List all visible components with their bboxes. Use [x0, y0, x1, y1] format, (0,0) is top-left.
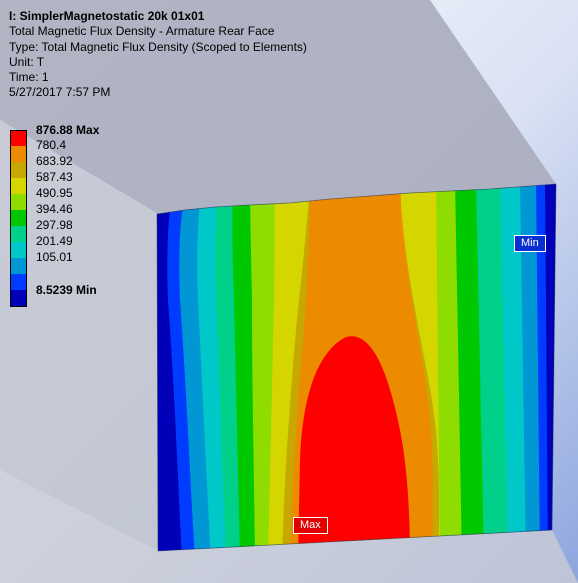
legend-color-band	[10, 162, 27, 178]
legend-level-label: 394.46	[36, 202, 73, 216]
legend-min-label: 8.5239 Min	[36, 283, 97, 297]
legend-color-band	[10, 226, 27, 242]
min-probe-tag[interactable]: Min	[514, 235, 546, 252]
legend-level-label: 105.01	[36, 250, 73, 264]
result-description: Total Magnetic Flux Density - Armature R…	[9, 24, 275, 39]
legend-max-label: 876.88 Max	[36, 123, 100, 137]
result-timestamp: 5/27/2017 7:57 PM	[9, 85, 111, 100]
result-time: Time: 1	[9, 70, 49, 85]
legend-color-band	[10, 178, 27, 194]
legend-level-label: 297.98	[36, 218, 73, 232]
armature-rear-face-contour	[157, 184, 556, 551]
legend-color-band	[10, 130, 27, 147]
result-info-header: I: SimplerMagnetostatic 20k 01x01 Total …	[9, 9, 307, 101]
legend-color-band	[10, 242, 27, 258]
legend-level-label: 780.4	[36, 138, 67, 152]
result-title: I: SimplerMagnetostatic 20k 01x01	[9, 9, 205, 23]
legend-color-band	[10, 258, 27, 274]
legend-color-band	[10, 274, 27, 290]
legend-level-label: 683.92	[36, 154, 73, 168]
legend-level-label: 587.43	[36, 170, 73, 184]
legend-level-label: 201.49	[36, 234, 73, 248]
legend-color-band	[10, 146, 27, 162]
legend-color-band	[10, 210, 27, 226]
max-probe-tag[interactable]: Max	[293, 517, 328, 534]
result-type: Type: Total Magnetic Flux Density (Scope…	[9, 39, 307, 54]
legend-color-band	[10, 194, 27, 210]
legend-level-label: 490.95	[36, 186, 73, 200]
legend-color-band	[10, 290, 27, 307]
result-unit: Unit: T	[9, 54, 45, 69]
